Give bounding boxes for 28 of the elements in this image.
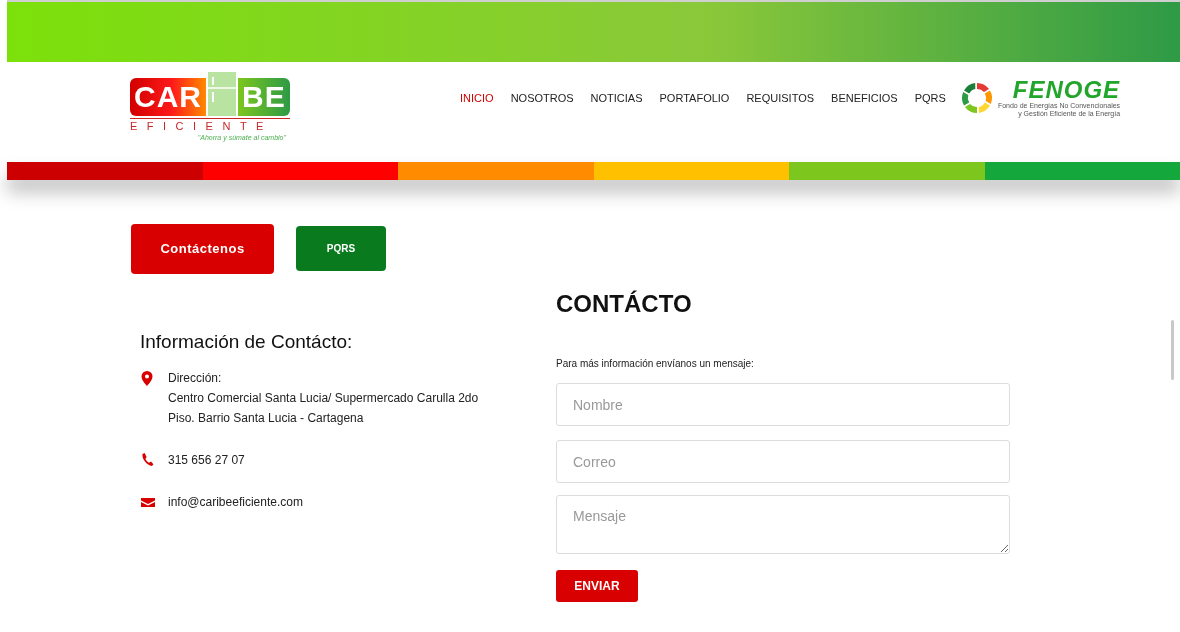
- nav-link[interactable]: PQRS: [914, 90, 946, 107]
- tab-button[interactable]: PQRS: [296, 226, 386, 271]
- email-link[interactable]: info@caribeeficiente.com: [168, 492, 508, 512]
- partner-logo-name: FENOGE: [1012, 78, 1121, 102]
- contact-text: Dirección:: [168, 370, 223, 387]
- nav-link[interactable]: NOTICIAS: [590, 90, 643, 107]
- nav-link[interactable]: INICIO: [460, 90, 494, 107]
- input-field[interactable]: Nombre: [556, 383, 1010, 426]
- section-heading: Información de Contácto:: [140, 330, 354, 354]
- nav-link[interactable]: NOSOTROS: [510, 90, 574, 107]
- phone-icon: [140, 452, 156, 468]
- nav-link[interactable]: BENEFICIOS: [831, 90, 898, 107]
- logo-subtitle: EFICIENTE: [130, 118, 290, 133]
- scrollbar[interactable]: [1171, 320, 1174, 380]
- nav-link[interactable]: REQUISITOS: [746, 90, 815, 107]
- tab-button[interactable]: Contáctenos: [131, 224, 274, 274]
- contact-text: 315 656 27 07: [168, 452, 246, 469]
- form-intro: Para más información envíanos un mensaje:: [556, 357, 755, 371]
- contact-text: Centro Comercial Santa Lucia/ Supermercado Carulla 2do Piso. Barrio Santa Lucia - Cartagena: [168, 390, 480, 427]
- logo-word: BE: [238, 78, 290, 116]
- nav-link[interactable]: PORTAFOLIO: [659, 90, 730, 107]
- input-field[interactable]: Correo: [556, 440, 1010, 483]
- logo-word: CAR: [130, 78, 206, 116]
- form-title: CONTÁCTO: [556, 290, 693, 318]
- swirl-icon: [959, 81, 994, 115]
- fridge-icon: [206, 72, 238, 116]
- submit-button[interactable]: ENVIAR: [556, 570, 638, 602]
- message-field[interactable]: Mensaje: [556, 495, 1010, 554]
